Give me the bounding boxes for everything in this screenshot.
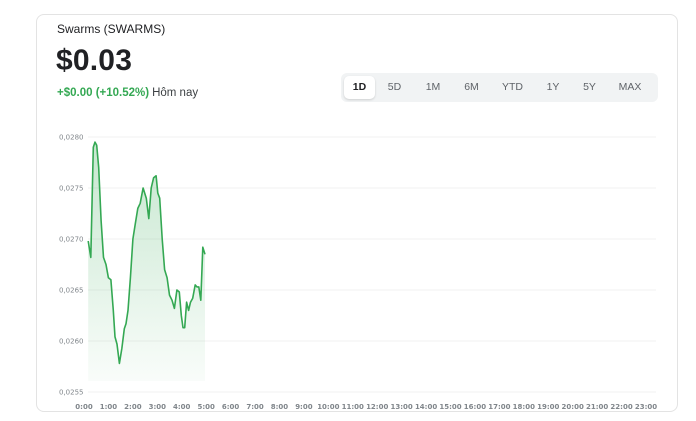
x-tick-label: 18:00	[513, 403, 535, 411]
y-tick-label: 0,0280	[59, 134, 84, 142]
y-tick-label: 0,0255	[59, 389, 84, 397]
x-tick-label: 10:00	[317, 403, 339, 411]
x-tick-label: 23:00	[635, 403, 657, 411]
y-tick-label: 0,0275	[59, 185, 84, 193]
x-tick-label: 19:00	[537, 403, 559, 411]
x-tick-label: 4:00	[173, 403, 191, 411]
x-tick-label: 14:00	[415, 403, 437, 411]
price-chart: 0,0280 0,0275 0,0270 0,0265 0,0260 0,0255 0:00…	[59, 134, 657, 412]
x-tick-label: 20:00	[562, 403, 584, 411]
x-tick-label: 3:00	[149, 403, 167, 411]
x-tick-label: 2:00	[124, 403, 142, 411]
y-tick-label: 0,0260	[59, 338, 84, 346]
x-tick-label: 16:00	[464, 403, 486, 411]
x-tick-label: 6:00	[222, 403, 240, 411]
x-tick-label: 15:00	[439, 403, 461, 411]
x-tick-label: 7:00	[246, 403, 264, 411]
x-tick-label: 8:00	[271, 403, 289, 411]
x-tick-label: 17:00	[488, 403, 510, 411]
y-tick-label: 0,0265	[59, 287, 84, 295]
x-tick-label: 5:00	[197, 403, 215, 411]
x-tick-label: 22:00	[610, 403, 632, 411]
x-tick-label: 21:00	[586, 403, 608, 411]
y-tick-label: 0,0270	[59, 236, 84, 244]
x-tick-label: 1:00	[100, 403, 118, 411]
x-tick-label: 11:00	[342, 403, 364, 411]
x-tick-label: 12:00	[366, 403, 388, 411]
x-tick-label: 13:00	[391, 403, 413, 411]
x-tick-label: 0:00	[75, 403, 93, 411]
x-tick-label: 9:00	[295, 403, 313, 411]
